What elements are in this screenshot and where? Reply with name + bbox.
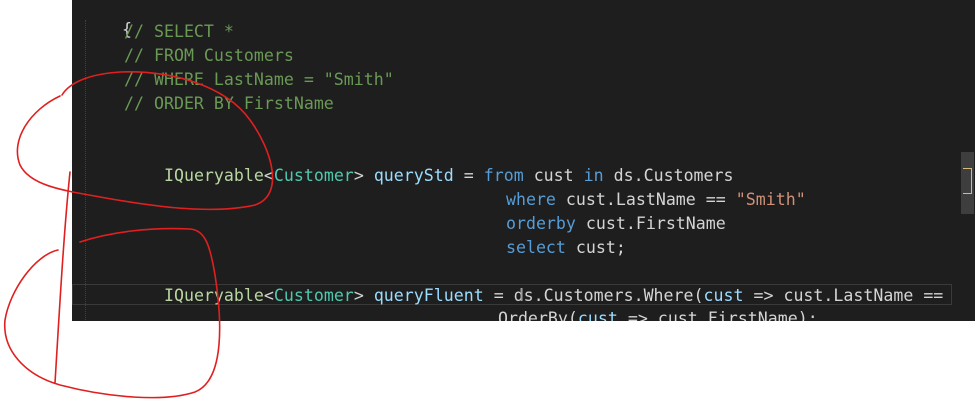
type-iqueryable: IQueryable bbox=[163, 286, 264, 305]
code-comment: // ORDER BY FirstName bbox=[124, 94, 334, 113]
code-line-querystd: IQueryable<Customer> queryStd = from cus… bbox=[163, 166, 734, 185]
variable-querystd: queryStd bbox=[373, 166, 454, 185]
code-editor[interactable]: { // SELECT * // FROM Customers // WHERE… bbox=[72, 0, 975, 321]
code-line-orderby: orderby cust.FirstName bbox=[505, 214, 726, 233]
keyword-select: select bbox=[505, 238, 566, 257]
code-line-select: select cust; bbox=[505, 238, 626, 257]
type-customer: Customer bbox=[273, 286, 354, 305]
code-line-where: where cust.LastName == "Smith" bbox=[505, 190, 806, 209]
type-customer: Customer bbox=[273, 166, 354, 185]
vertical-scrollbar[interactable] bbox=[959, 0, 975, 321]
code-line-orderby-fluent: .OrderBy(cust => cust.FirstName); bbox=[487, 309, 818, 321]
code-comment: // SELECT * bbox=[124, 22, 234, 41]
code-line-queryfluent: IQueryable<Customer> queryFluent = ds.Cu… bbox=[163, 286, 944, 305]
scrollbar-marker bbox=[963, 168, 972, 194]
code-comment: // WHERE LastName = "Smith" bbox=[124, 70, 394, 89]
ibeam-cursor-icon: I bbox=[519, 285, 525, 306]
code-comment: // FROM Customers bbox=[124, 46, 294, 65]
type-iqueryable: IQueryable bbox=[163, 166, 264, 185]
code-line-open-brace: { bbox=[82, 0, 132, 39]
string-smith: "Smith" bbox=[735, 190, 806, 209]
